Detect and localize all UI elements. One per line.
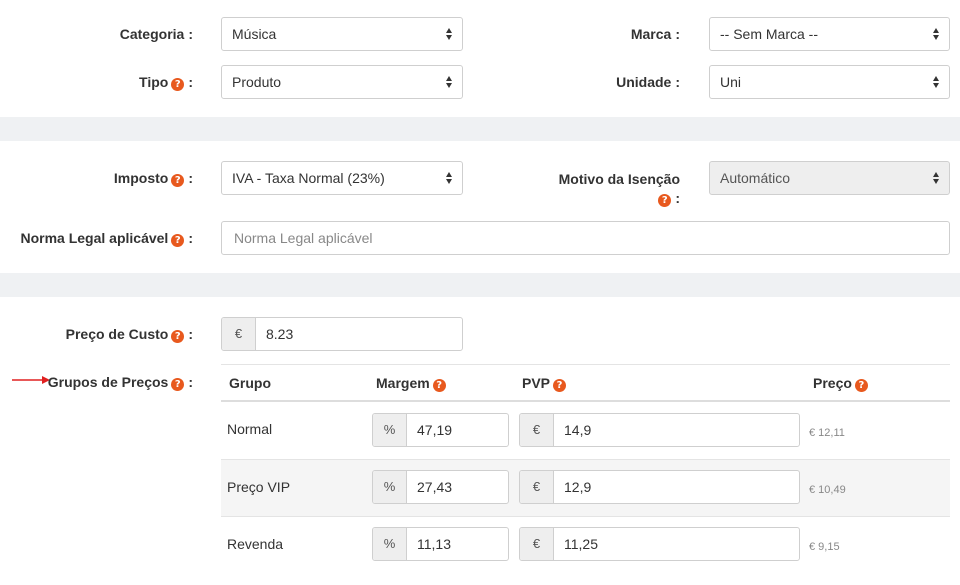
euro-addon: € [520, 528, 554, 560]
percent-addon: % [373, 471, 407, 503]
col-header-margem: Margem? [376, 375, 446, 392]
norma-legal-input[interactable]: Norma Legal aplicável [221, 221, 950, 255]
row-group-name: Revenda [227, 536, 284, 552]
unidade-label: Unidade: [616, 74, 680, 90]
norma-legal-label: Norma Legal aplicável?: [20, 230, 193, 247]
question-circle-icon[interactable]: ? [171, 378, 185, 391]
row-group-name: Preço VIP [227, 479, 291, 495]
marca-select-value: -- Sem Marca -- [720, 26, 818, 42]
row-price: € 12,11 [809, 427, 845, 439]
question-circle-icon[interactable]: ? [553, 379, 567, 392]
preco-custo-input[interactable]: € 8.23 [221, 317, 463, 351]
margin-input[interactable]: % 11,13 [372, 527, 509, 561]
imposto-select[interactable]: IVA - Taxa Normal (23%) [221, 161, 463, 195]
motivo-isencao-select: Automático [709, 161, 950, 195]
question-circle-icon[interactable]: ? [854, 379, 868, 392]
categoria-select-value: Música [232, 26, 277, 42]
margin-value[interactable]: 11,13 [407, 528, 461, 560]
table-row: Revenda % 11,13 € 11,25 € 9,15 [221, 517, 950, 574]
margin-value[interactable]: 27,43 [407, 471, 462, 503]
pvp-value[interactable]: 12,9 [554, 471, 601, 503]
tipo-label: Tipo?: [139, 74, 193, 91]
motivo-isencao-select-value: Automático [720, 170, 791, 186]
select-arrows-icon [933, 27, 940, 41]
percent-addon: % [373, 414, 407, 446]
norma-legal-placeholder: Norma Legal aplicável [234, 230, 373, 246]
motivo-isencao-label: Motivo da Isenção ?: [558, 171, 680, 207]
margin-input[interactable]: % 47,19 [372, 413, 509, 447]
section-divider [0, 117, 960, 141]
question-circle-icon[interactable]: ? [658, 194, 672, 207]
select-arrows-icon [933, 171, 940, 185]
euro-addon: € [222, 318, 256, 350]
red-arrow-icon [12, 376, 50, 384]
col-header-preco: Preço? [813, 375, 868, 392]
select-arrows-icon [933, 75, 940, 89]
question-circle-icon[interactable]: ? [171, 78, 185, 91]
pvp-input[interactable]: € 14,9 [519, 413, 800, 447]
categoria-select[interactable]: Música [221, 17, 463, 51]
imposto-select-value: IVA - Taxa Normal (23%) [232, 170, 385, 186]
select-arrows-icon [446, 75, 453, 89]
percent-addon: % [373, 528, 407, 560]
table-row: Normal % 47,19 € 14,9 € 12,11 [221, 402, 950, 459]
col-header-grupo: Grupo [229, 375, 271, 391]
preco-custo-value[interactable]: 8.23 [256, 318, 303, 350]
tipo-select-value: Produto [232, 74, 282, 90]
margin-value[interactable]: 47,19 [407, 414, 462, 446]
pvp-value[interactable]: 11,25 [554, 528, 608, 560]
tipo-select[interactable]: Produto [221, 65, 463, 99]
row-price: € 9,15 [809, 541, 840, 553]
marca-select[interactable]: -- Sem Marca -- [709, 17, 950, 51]
categoria-label: Categoria: [119, 26, 193, 42]
imposto-label: Imposto?: [113, 170, 193, 187]
row-group-name: Normal [227, 421, 273, 437]
pvp-input[interactable]: € 12,9 [519, 470, 800, 504]
table-top-border [221, 364, 950, 365]
select-arrows-icon [446, 27, 453, 41]
unidade-select[interactable]: Uni [709, 65, 950, 99]
pvp-input[interactable]: € 11,25 [519, 527, 800, 561]
grupos-precos-label: Grupos de Preços?: [47, 374, 193, 391]
preco-custo-label: Preço de Custo?: [65, 326, 193, 343]
question-circle-icon[interactable]: ? [171, 330, 185, 343]
margin-input[interactable]: % 27,43 [372, 470, 509, 504]
table-row: Preço VIP % 27,43 € 12,9 € 10,49 [221, 460, 950, 517]
euro-addon: € [520, 471, 554, 503]
pvp-value[interactable]: 14,9 [554, 414, 601, 446]
question-circle-icon[interactable]: ? [171, 174, 185, 187]
marca-label: Marca: [630, 26, 680, 42]
question-circle-icon[interactable]: ? [171, 234, 185, 247]
col-header-pvp: PVP? [522, 375, 567, 392]
unidade-select-value: Uni [720, 74, 742, 90]
question-circle-icon[interactable]: ? [432, 379, 446, 392]
row-price: € 10,49 [809, 484, 846, 496]
euro-addon: € [520, 414, 554, 446]
section-divider [0, 273, 960, 297]
select-arrows-icon [446, 171, 453, 185]
